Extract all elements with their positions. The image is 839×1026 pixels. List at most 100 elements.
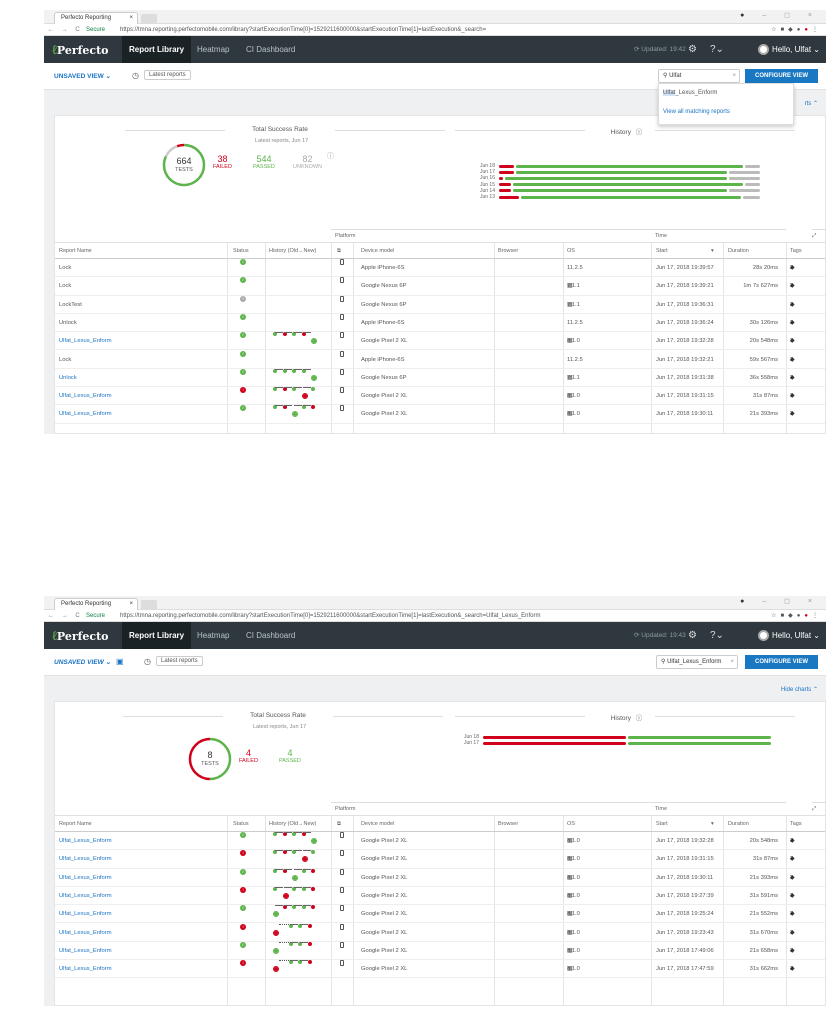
history-dot-passed[interactable] bbox=[311, 838, 317, 844]
unsaved-view-dropdown[interactable]: UNSAVED VIEW ⌄ bbox=[54, 72, 111, 80]
help-icon[interactable]: ?⌄ bbox=[710, 622, 724, 649]
nav-buttons[interactable]: ← → C bbox=[48, 610, 83, 622]
report-name-link[interactable]: Ulfat_Lexus_Enform bbox=[59, 942, 112, 960]
nav-buttons[interactable]: ← → C bbox=[48, 24, 83, 36]
ext-icon[interactable]: ■ bbox=[781, 27, 789, 33]
account-icon[interactable]: ● bbox=[740, 598, 752, 605]
table-row[interactable]: Unlock ✓ Apple iPhone-6S 11.2.5 Jun 17, 201… bbox=[55, 313, 825, 333]
table-row[interactable]: LockTest? Google Nexus 6P ▦ 7.1.1 Jun 17, 2… bbox=[55, 295, 825, 314]
column-header-name[interactable]: Report Name bbox=[59, 243, 92, 260]
window-buttons[interactable]: – ◻ × bbox=[762, 12, 820, 19]
gear-icon[interactable]: ⚙ bbox=[688, 36, 697, 63]
account-icon[interactable]: ● bbox=[740, 12, 752, 19]
sort-icon[interactable]: ▾ bbox=[711, 243, 714, 260]
column-header-name[interactable]: Report Name bbox=[59, 816, 92, 833]
column-header-start[interactable]: Start bbox=[656, 243, 668, 260]
report-name-link[interactable]: Unlock bbox=[59, 314, 77, 332]
new-tab-button[interactable] bbox=[141, 600, 157, 610]
info-icon[interactable]: ⓘ bbox=[634, 129, 643, 136]
history-dot-passed[interactable] bbox=[292, 874, 298, 881]
latest-reports-chip[interactable]: Latest reports bbox=[144, 70, 191, 80]
history-dot-failed[interactable] bbox=[307, 960, 312, 965]
user-menu[interactable]: Hello, Ulfat ⌄ bbox=[757, 36, 820, 63]
extension-icons[interactable]: ☆■◆●●⋮ bbox=[771, 610, 822, 622]
column-header-browser[interactable]: Browser bbox=[498, 816, 518, 833]
table-row[interactable]: Lock ✓ Google Nexus 6P ▦ 7.1.1 Jun 17, 2018 … bbox=[55, 277, 825, 296]
history-dot-failed[interactable] bbox=[311, 405, 315, 410]
ext-icon[interactable]: ◆ bbox=[788, 613, 797, 619]
history-dot-passed[interactable] bbox=[311, 374, 317, 381]
configure-view-button[interactable]: CONFIGURE VIEW bbox=[744, 655, 818, 669]
column-header-device[interactable]: Device model bbox=[361, 243, 394, 260]
nav-tab[interactable]: Heatmap bbox=[190, 622, 236, 649]
table-row[interactable]: Ulfat_Lexus_Enform! Google Pixel 2 XL ▦ 8.… bbox=[55, 886, 825, 906]
ext-icon[interactable]: ● bbox=[804, 27, 812, 33]
save-view-icon[interactable]: ▣ bbox=[116, 657, 124, 666]
history-dots[interactable] bbox=[273, 405, 323, 423]
tab-close-icon[interactable]: × bbox=[129, 599, 133, 610]
column-header-duration[interactable]: Duration bbox=[728, 816, 749, 833]
table-row[interactable]: Ulfat_Lexus_Enform ✓ Google Pixel 2 XL ▦ 8.… bbox=[55, 332, 825, 351]
table-row[interactable]: Ulfat_Lexus_Enform! Google Pixel 2 XL ▦ 8.… bbox=[55, 960, 825, 979]
column-header-tags[interactable]: Tags bbox=[790, 816, 802, 833]
browser-tab[interactable]: Perfecto Reporting × bbox=[54, 12, 138, 24]
nav-tab[interactable]: CI Dashboard bbox=[239, 36, 302, 63]
history-dot-passed[interactable] bbox=[311, 387, 315, 392]
table-row[interactable]: Ulfat_Lexus_Enform! Google Pixel 2 XL ▦ 8.… bbox=[55, 387, 825, 406]
history-dot-failed[interactable] bbox=[311, 905, 315, 910]
url-text[interactable]: https://tmna.reporting.perfectomobile.co… bbox=[120, 610, 541, 622]
history-dot-failed[interactable] bbox=[311, 886, 315, 891]
table-row[interactable]: Ulfat_Lexus_Enform! Google Pixel 2 XL ▦ 8.… bbox=[55, 850, 825, 869]
info-icon[interactable]: ⓘ bbox=[634, 715, 643, 722]
history-dot-failed[interactable] bbox=[311, 868, 315, 873]
table-row[interactable]: Ulfat_Lexus_Enform ✓ Google Pixel 2 XL ▦ 8.… bbox=[55, 832, 825, 851]
tab-close-icon[interactable]: × bbox=[129, 13, 133, 24]
column-header-status[interactable]: Status bbox=[233, 243, 249, 260]
column-header-start[interactable]: Start bbox=[656, 816, 668, 833]
report-name-link[interactable]: Ulfat_Lexus_Enform bbox=[59, 332, 112, 350]
new-tab-button[interactable] bbox=[141, 14, 157, 24]
history-dots[interactable] bbox=[273, 905, 323, 923]
table-row[interactable]: Ulfat_Lexus_Enform ✓ Google Pixel 2 XL ▦ 8.… bbox=[55, 405, 825, 424]
history-dots[interactable] bbox=[273, 960, 323, 978]
perfecto-logo[interactable]: ℓPerfecto bbox=[52, 628, 109, 644]
history-dots[interactable] bbox=[273, 941, 323, 960]
search-suggestion[interactable]: Ulfat_Lexus_Enform bbox=[663, 90, 717, 96]
url-text[interactable]: https://tmna.reporting.perfectomobile.co… bbox=[120, 24, 486, 36]
ext-icon[interactable]: ◆ bbox=[788, 27, 797, 33]
clear-icon[interactable]: × bbox=[732, 70, 736, 82]
report-name-link[interactable]: Ulfat_Lexus_Enform bbox=[59, 832, 112, 850]
nav-tab[interactable]: Report Library bbox=[122, 622, 192, 649]
window-controls[interactable]: ● – ◻ × bbox=[740, 597, 820, 605]
column-header-status[interactable]: Status bbox=[233, 816, 249, 833]
perfecto-logo[interactable]: ℓPerfecto bbox=[52, 42, 109, 58]
history-dot-failed[interactable] bbox=[282, 892, 289, 899]
report-name-link[interactable]: Unlock bbox=[59, 369, 77, 387]
report-name-link[interactable]: Ulfat_Lexus_Enform bbox=[59, 387, 112, 405]
table-row[interactable]: Ulfat_Lexus_Enform ✓ Google Pixel 2 XL ▦ 8.… bbox=[55, 905, 825, 924]
table-row[interactable]: Lock ✓ Apple iPhone-6S 11.2.5 Jun 17, 2018 … bbox=[55, 259, 825, 278]
nav-tab[interactable]: Heatmap bbox=[190, 36, 236, 63]
nav-tab[interactable]: Report Library bbox=[122, 36, 192, 63]
history-dots[interactable] bbox=[273, 832, 323, 850]
history-dot-failed[interactable] bbox=[273, 929, 279, 936]
column-header-browser[interactable]: Browser bbox=[498, 243, 518, 260]
clear-icon[interactable]: × bbox=[730, 656, 734, 668]
table-row[interactable]: Lock ✓ Apple iPhone-6S 11.2.5 Jun 17, 2018 … bbox=[55, 350, 825, 369]
window-buttons[interactable]: – ◻ × bbox=[762, 598, 820, 605]
history-dots[interactable] bbox=[273, 868, 323, 887]
history-dots[interactable] bbox=[273, 850, 323, 868]
history-dots[interactable] bbox=[273, 368, 323, 387]
column-header-os[interactable]: OS bbox=[567, 816, 575, 833]
star-icon[interactable]: ☆ bbox=[771, 27, 780, 33]
hide-charts-link[interactable]: Hide charts ⌃ bbox=[781, 686, 818, 693]
history-dots[interactable] bbox=[273, 332, 323, 350]
report-name-link[interactable]: Ulfat_Lexus_Enform bbox=[59, 960, 112, 978]
history-dot-passed[interactable] bbox=[311, 850, 315, 855]
ext-icon[interactable]: ● bbox=[804, 613, 812, 619]
history-dot-passed[interactable] bbox=[292, 411, 298, 418]
refresh-icon[interactable]: ⟳ bbox=[634, 46, 639, 53]
report-name-link[interactable]: Ulfat_Lexus_Enform bbox=[59, 869, 112, 887]
star-icon[interactable]: ☆ bbox=[771, 613, 780, 619]
view-all-matches-link[interactable]: View all matching reports bbox=[663, 109, 730, 115]
